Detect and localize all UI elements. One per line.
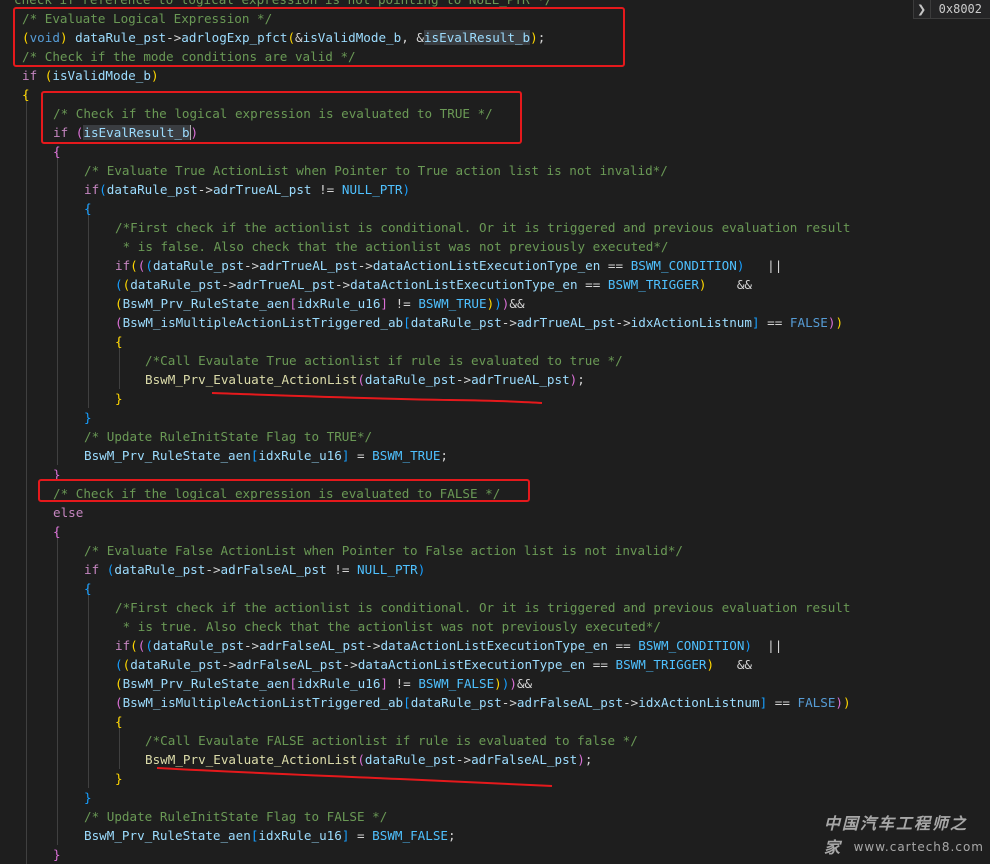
underline-true-actionlist — [211, 392, 543, 404]
hover-value-badge[interactable]: ❯ 0x8002 — [912, 0, 990, 19]
underline-false-actionlist — [156, 767, 553, 787]
watermark-url: www.cartech8.com — [853, 840, 984, 854]
hover-value: 0x8002 — [938, 2, 982, 16]
chevron-right-icon[interactable]: ❯ — [914, 0, 931, 18]
annotation-underlines — [156, 392, 553, 787]
code-editor[interactable]: check if reference to logical expression… — [0, 0, 990, 864]
watermark: 中国汽车工程师之家 www.cartech8.com — [824, 808, 984, 860]
